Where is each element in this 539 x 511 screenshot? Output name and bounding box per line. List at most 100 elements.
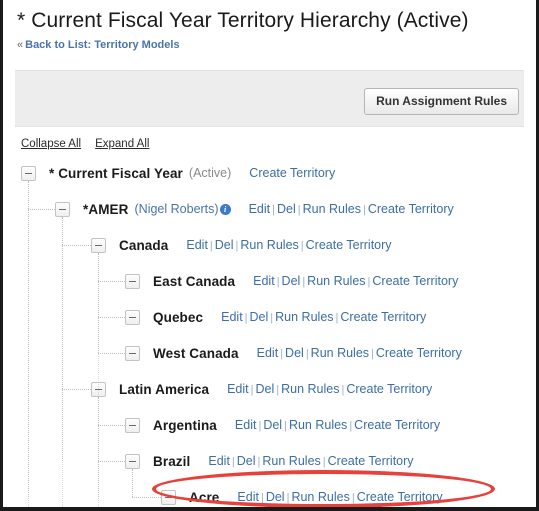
action-create-territory-link[interactable]: Create Territory	[357, 490, 443, 504]
action-del-link[interactable]: Del	[237, 454, 256, 468]
territory-tree: * Current Fiscal Year (Active) Create Terr…	[3, 155, 536, 507]
toolbar-band: Run Assignment Rules	[15, 70, 524, 127]
row-actions: Edit | Del | Run Rules | Create Territory	[237, 490, 442, 504]
info-icon[interactable]: i	[219, 203, 231, 215]
action-separator: |	[300, 240, 304, 252]
tree-row-content: Brazil Edit | Del | Run Rules | Create Territor…	[125, 443, 414, 479]
tree-connector-horizontal	[62, 245, 91, 246]
tree-node-label: Quebec	[153, 309, 204, 325]
tree-row: Brazil Edit | Del | Run Rules | Create Territor…	[3, 443, 536, 479]
action-edit-link[interactable]: Edit	[253, 274, 275, 288]
collapse-toggle-icon[interactable]	[125, 453, 140, 469]
collapse-toggle-icon[interactable]	[161, 489, 176, 505]
action-run-rules-link[interactable]: Run Rules	[240, 238, 298, 252]
run-assignment-rules-button[interactable]: Run Assignment Rules	[364, 88, 519, 115]
action-edit-link[interactable]: Edit	[227, 382, 249, 396]
action-separator: |	[272, 204, 275, 216]
tree-connector-horizontal	[98, 317, 125, 318]
action-create-territory-link[interactable]: Create Territory	[340, 310, 426, 324]
action-create-territory-link[interactable]: Create Territory	[306, 238, 392, 252]
tree-connector-horizontal	[132, 497, 161, 498]
action-run-rules-link[interactable]: Run Rules	[291, 490, 349, 504]
tree-row: West Canada Edit | Del | Run Rules | Create Ter…	[3, 335, 536, 371]
tree-row-content: Canada Edit | Del | Run Rules | Create Territor…	[91, 227, 392, 263]
action-separator: |	[362, 204, 366, 216]
action-run-rules-link[interactable]: Run Rules	[307, 274, 365, 288]
action-separator: |	[297, 204, 301, 216]
page-title: * Current Fiscal Year Territory Hierarch…	[17, 9, 469, 32]
action-create-territory-link[interactable]: Create Territory	[372, 274, 458, 288]
collapse-toggle-icon[interactable]	[21, 165, 36, 181]
action-del-link[interactable]: Del	[215, 238, 234, 252]
action-separator: |	[276, 276, 280, 288]
collapse-toggle-icon[interactable]	[125, 273, 140, 289]
collapse-toggle-icon[interactable]	[125, 345, 140, 361]
action-del-link[interactable]: Del	[263, 418, 282, 432]
action-create-territory-link[interactable]: Create Territory	[376, 346, 462, 360]
action-run-rules-link[interactable]: Run Rules	[303, 202, 361, 216]
action-edit-link[interactable]: Edit	[235, 418, 257, 432]
row-actions: Edit | Del | Run Rules | Create Territory	[235, 418, 440, 432]
tree-row-content: Argentina Edit | Del | Run Rules | Create Terri…	[125, 407, 440, 443]
tree-row-content: East Canada Edit | Del | Run Rules | Create Ter…	[125, 263, 458, 299]
tree-connector-vertical	[132, 469, 133, 497]
row-actions: Edit | Del | Run Rules | Create Territory	[221, 310, 426, 324]
tree-row-content: Latin America Edit | Del | Run Rules | Create T…	[91, 371, 432, 407]
action-create-territory-link[interactable]: Create Territory	[249, 166, 335, 180]
action-create-territory-link[interactable]: Create Territory	[346, 382, 432, 396]
action-separator: |	[322, 456, 326, 468]
action-edit-link[interactable]: Edit	[186, 238, 208, 252]
action-del-link[interactable]: Del	[256, 382, 275, 396]
action-edit-link[interactable]: Edit	[221, 310, 243, 324]
action-run-rules-link[interactable]: Run Rules	[262, 454, 320, 468]
tree-connector-horizontal	[98, 461, 125, 462]
action-edit-link[interactable]: Edit	[257, 346, 279, 360]
tree-row: Quebec Edit | Del | Run Rules | Create Territor…	[3, 299, 536, 335]
action-create-territory-link[interactable]: Create Territory	[328, 454, 414, 468]
action-create-territory-link[interactable]: Create Territory	[354, 418, 440, 432]
tree-node-owner[interactable]: (Nigel Roberts)	[135, 202, 219, 216]
collapse-toggle-icon[interactable]	[125, 417, 140, 433]
collapse-toggle-icon[interactable]	[91, 237, 106, 253]
collapse-all-link[interactable]: Collapse All	[21, 138, 81, 150]
tree-connector-horizontal	[98, 425, 125, 426]
action-del-link[interactable]: Del	[266, 490, 285, 504]
action-del-link[interactable]: Del	[250, 310, 269, 324]
tree-row-content: Acre Edit | Del | Run Rules | Create Territory	[161, 479, 443, 507]
collapse-toggle-icon[interactable]	[55, 201, 70, 217]
action-separator: |	[351, 492, 355, 504]
action-create-territory-link[interactable]: Create Territory	[368, 202, 454, 216]
action-run-rules-link[interactable]: Run Rules	[281, 382, 339, 396]
row-actions: Edit | Del | Run Rules | Create Territory	[253, 274, 458, 288]
tree-row: *AMER (Nigel Roberts) i Edit | Del | Run Rules |…	[3, 191, 536, 227]
row-actions: Edit | Del | Run Rules | Create Territory	[257, 346, 462, 360]
tree-connector-horizontal	[28, 209, 55, 210]
tree-node-label: Acre	[189, 489, 220, 505]
tree-node-label: East Canada	[153, 273, 236, 289]
action-del-link[interactable]: Del	[282, 274, 301, 288]
action-del-link[interactable]: Del	[277, 202, 296, 216]
action-edit-link[interactable]: Edit	[249, 202, 271, 216]
tree-row-content: West Canada Edit | Del | Run Rules | Create Ter…	[125, 335, 462, 371]
action-edit-link[interactable]: Edit	[208, 454, 230, 468]
back-to-list-link[interactable]: Back to List: Territory Models	[25, 39, 179, 51]
tree-node-status: (Active)	[188, 166, 232, 180]
row-actions: Edit | Del | Run Rules | Create Territory	[186, 238, 391, 252]
tree-node-label: *AMER	[83, 201, 129, 217]
row-actions: Create Territory	[249, 166, 335, 180]
tree-controls: Collapse All Expand All	[21, 138, 163, 150]
action-edit-link[interactable]: Edit	[237, 490, 259, 504]
tree-node-label: Latin America	[119, 381, 210, 397]
collapse-toggle-icon[interactable]	[125, 309, 140, 325]
action-run-rules-link[interactable]: Run Rules	[311, 346, 369, 360]
action-run-rules-link[interactable]: Run Rules	[275, 310, 333, 324]
tree-row: Argentina Edit | Del | Run Rules | Create Terri…	[3, 407, 536, 443]
tree-node-label: * Current Fiscal Year	[49, 165, 183, 181]
tree-row: East Canada Edit | Del | Run Rules | Create Ter…	[3, 263, 536, 299]
action-del-link[interactable]: Del	[285, 346, 304, 360]
action-run-rules-link[interactable]: Run Rules	[289, 418, 347, 432]
action-separator: |	[244, 312, 248, 324]
tree-connector-horizontal	[62, 389, 91, 390]
tree-row: * Current Fiscal Year (Active) Create Terr…	[3, 155, 536, 191]
expand-all-link[interactable]: Expand All	[95, 138, 149, 150]
